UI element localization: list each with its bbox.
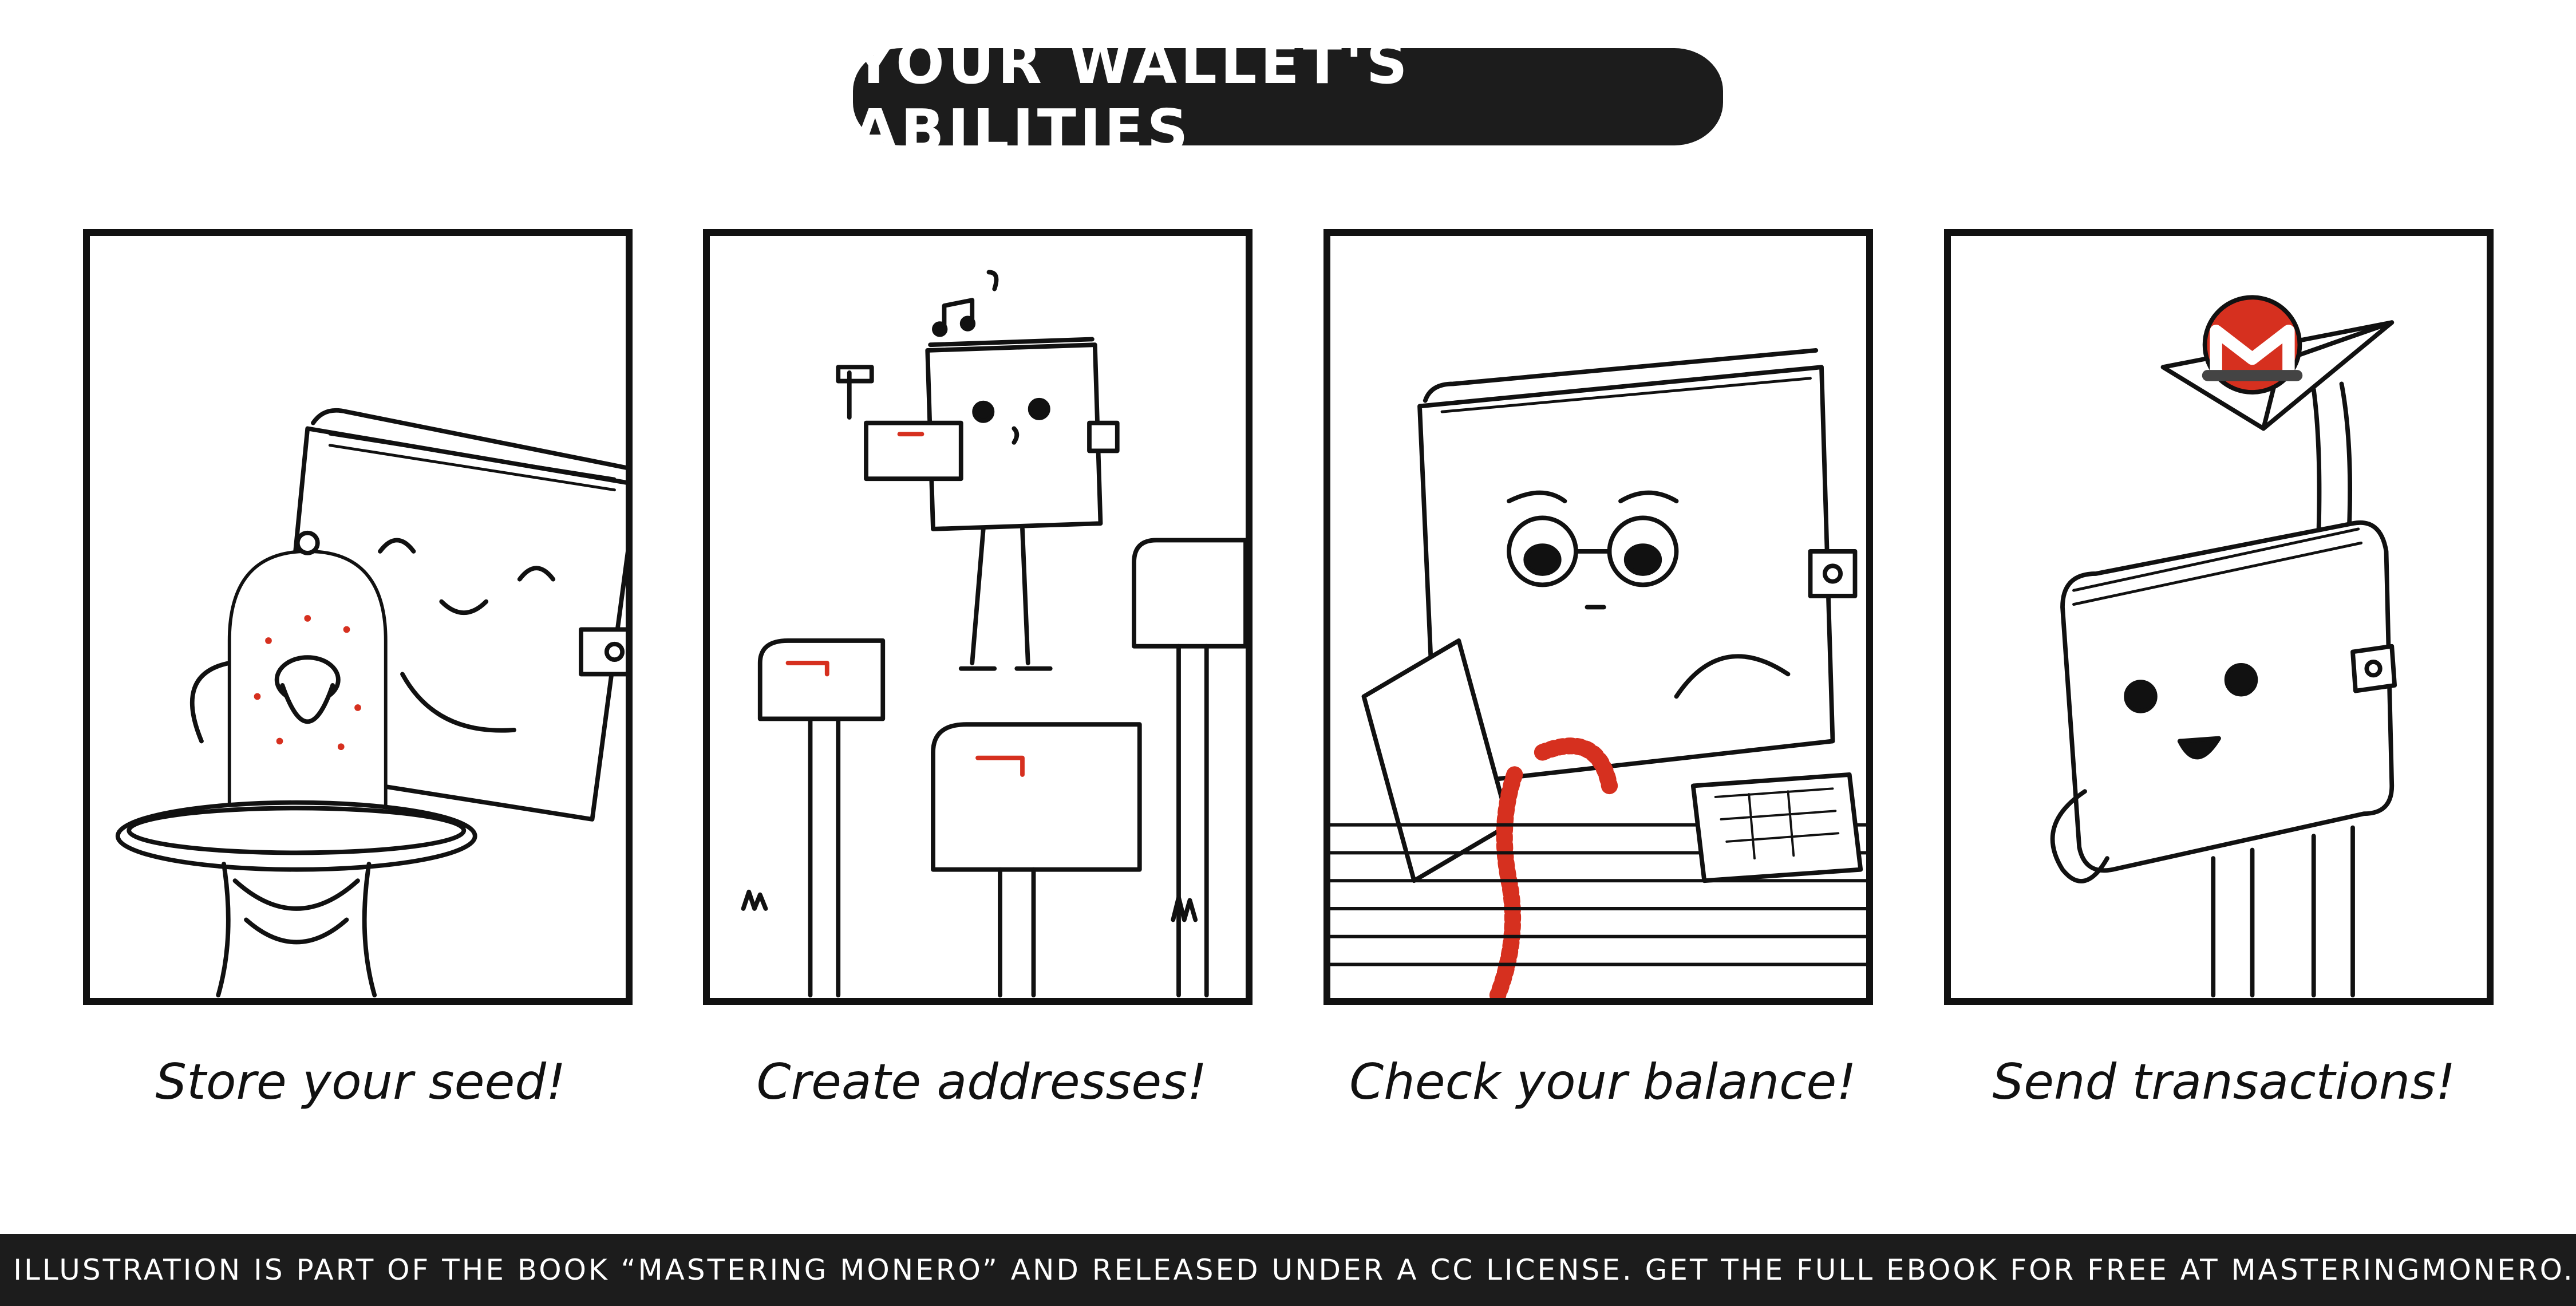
wallet-paper-plane-illustration <box>2050 295 2397 997</box>
caption-check-balance: Check your balance! <box>1349 1054 1856 1111</box>
panel-check-balance <box>1323 229 1873 1005</box>
wallet-bell-jar-illustration <box>115 408 626 997</box>
footer-banner: THIS ILLUSTRATION IS PART OF THE BOOK “M… <box>0 1234 2576 1306</box>
footer-license-text: THIS ILLUSTRATION IS PART OF THE BOOK “M… <box>0 1253 2576 1287</box>
wallet-receipt-illustration <box>1330 348 1866 998</box>
wallet-mailboxes-illustration <box>741 270 1246 997</box>
title-banner: YOUR WALLET'S ABILITIES <box>853 30 1723 164</box>
caption-send-transactions: Send transactions! <box>1992 1054 2456 1111</box>
panel-create-addresses <box>703 229 1253 1005</box>
page-title: YOUR WALLET'S ABILITIES <box>853 30 1411 164</box>
caption-store-seed: Store your seed! <box>155 1054 566 1111</box>
panel-send-transactions <box>1944 229 2494 1005</box>
caption-create-addresses: Create addresses! <box>756 1054 1207 1111</box>
panel-store-seed <box>83 229 633 1005</box>
